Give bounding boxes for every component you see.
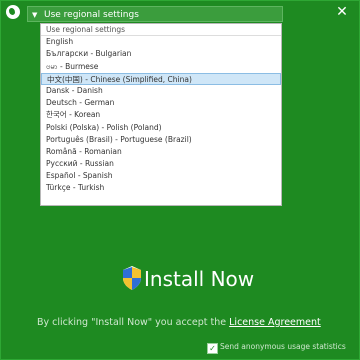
language-option[interactable]: Português (Brasil) - Portuguese (Brazil) <box>41 134 281 146</box>
language-option[interactable]: Español - Spanish <box>41 170 281 182</box>
language-option[interactable]: ဗမာ - Burmese <box>41 61 281 73</box>
title-bar: ▼ Use regional settings ✕ <box>1 1 359 25</box>
language-list: Use regional settings English Български - … <box>41 24 281 195</box>
usage-stats-checkbox[interactable]: ✓ <box>207 343 218 354</box>
language-option-header[interactable]: Use regional settings <box>41 24 281 37</box>
language-option[interactable]: Türkçe - Turkish <box>41 182 281 194</box>
language-option[interactable]: Română - Romanian <box>41 146 281 158</box>
language-dropdown: Use regional settings English Български - … <box>40 23 282 206</box>
agreement-text: By clicking "Install Now" you accept the… <box>37 317 321 328</box>
language-option[interactable]: Dansk - Danish <box>41 85 281 97</box>
usage-stats-label: Send anonymous usage statistics <box>220 342 346 351</box>
language-option[interactable]: Български - Bulgarian <box>41 48 281 60</box>
language-option[interactable]: Русский - Russian <box>41 158 281 170</box>
close-button[interactable]: ✕ <box>334 4 350 20</box>
chevron-down-icon: ▼ <box>32 11 38 19</box>
globe-icon <box>6 5 20 19</box>
agreement-prefix: By clicking "Install Now" you accept the <box>37 317 230 328</box>
license-agreement-link[interactable]: License Agreement <box>229 317 321 328</box>
language-option[interactable]: Deutsch - German <box>41 97 281 109</box>
language-option[interactable]: Polski (Polska) - Polish (Poland) <box>41 122 281 134</box>
language-option[interactable]: English <box>41 36 281 48</box>
language-select-value: Use regional settings <box>44 10 139 20</box>
install-button-label: Install Now <box>144 267 255 291</box>
language-select[interactable]: ▼ Use regional settings <box>27 6 283 22</box>
shield-icon <box>123 266 141 290</box>
installer-window: ▼ Use regional settings ✕ Use regional s… <box>0 0 360 360</box>
language-option[interactable]: 中文(中国) - Chinese (Simplified, China) <box>41 72 281 85</box>
language-option[interactable]: 한국어 - Korean <box>41 109 281 121</box>
